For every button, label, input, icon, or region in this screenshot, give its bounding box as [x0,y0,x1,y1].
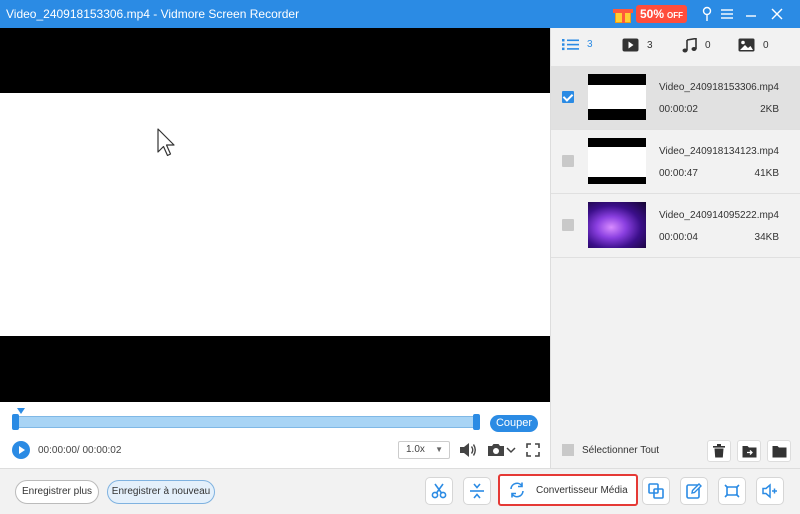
video-frame [0,93,550,336]
tab-all-count: 3 [587,39,593,50]
playhead-marker[interactable] [17,408,25,414]
window-title: Video_240918153306.mp4 - Vidmore Screen … [6,7,300,21]
tab-video[interactable]: 3 [622,38,653,52]
promo-badge[interactable]: 50% OFF [612,4,688,24]
video-thumbnail [588,202,646,248]
compress-button[interactable] [718,477,746,505]
select-all-checkbox[interactable] [562,444,574,456]
gift-icon [612,4,634,24]
menu-icon[interactable] [716,4,738,24]
music-icon [682,38,697,53]
trim-button[interactable] [425,477,453,505]
fullscreen-icon[interactable] [524,441,542,459]
folder-export-icon [742,445,756,457]
edit-icon [686,483,702,499]
list-item[interactable]: Video_240918134123.mp4 00:00:47 41KB [551,130,800,194]
minimize-icon[interactable] [740,4,762,24]
tab-audio-count: 0 [705,40,711,51]
list-item[interactable]: Video_240918153306.mp4 00:00:02 2KB [551,66,800,130]
delete-button[interactable] [707,440,731,462]
file-name: Video_240918134123.mp4 [659,146,779,157]
help-icon[interactable] [696,4,718,24]
promo-suffix: OFF [667,11,684,20]
file-name: Video_240918153306.mp4 [659,82,779,93]
file-duration: 00:00:47 [659,168,698,179]
edit-metadata-button[interactable] [680,477,708,505]
camera-icon[interactable] [486,442,506,458]
file-size: 34KB [754,232,779,243]
tab-all[interactable]: 3 [562,38,593,51]
compress-icon [724,484,740,498]
video-icon [622,38,639,52]
volume-icon[interactable] [458,441,478,459]
merge-icon [648,483,664,499]
trim-end-handle[interactable] [473,414,480,430]
record-again-button[interactable]: Enregistrer à nouveau [107,480,215,504]
scissors-icon [431,483,447,499]
list-item[interactable]: Video_240914095222.mp4 00:00:04 34KB [551,194,800,258]
speed-value: 1.0x [406,444,425,455]
trash-icon [713,444,725,458]
file-size: 2KB [760,104,779,115]
open-folder-button[interactable] [767,440,791,462]
video-preview[interactable] [0,28,550,402]
tab-image[interactable]: 0 [738,38,769,52]
speed-select[interactable]: 1.0x ▼ [398,441,450,459]
video-thumbnail [588,74,646,120]
media-converter-label: Convertisseur Média [536,484,628,496]
export-folder-button[interactable] [737,440,761,462]
merge-button[interactable] [642,477,670,505]
item-checkbox[interactable] [562,155,574,167]
select-all-label: Sélectionner Tout [582,444,660,456]
volume-boost-button[interactable] [756,477,784,505]
file-name: Video_240914095222.mp4 [659,210,779,221]
trim-start-handle[interactable] [12,414,19,430]
recording-list: Video_240918153306.mp4 00:00:02 2KB Vide… [551,66,800,258]
media-filter-tabs: 3 3 0 0 [551,28,800,64]
tab-image-count: 0 [763,39,769,51]
video-thumbnail [588,138,646,184]
close-icon[interactable] [766,4,788,24]
chevron-down-icon[interactable] [506,443,516,457]
list-icon [562,39,579,51]
timeline-track[interactable] [12,416,480,428]
folder-icon [772,445,786,457]
timeline[interactable] [12,408,480,430]
title-bar: Video_240918153306.mp4 - Vidmore Screen … [0,0,800,28]
split-icon [470,483,484,499]
recording-history-panel: 3 3 0 0 Video_240918153306.mp4 00:00:02 … [550,28,800,468]
file-duration: 00:00:04 [659,232,698,243]
mouse-cursor-icon [157,128,175,157]
convert-icon [510,482,524,498]
tab-audio[interactable]: 0 [682,38,711,53]
playback-time: 00:00:00/ 00:00:02 [38,445,122,456]
play-button[interactable] [12,441,30,459]
file-size: 41KB [754,168,779,179]
media-converter-button[interactable]: Convertisseur Média [498,474,638,506]
select-all[interactable]: Sélectionner Tout [562,444,659,456]
split-button[interactable] [463,477,491,505]
tab-video-count: 3 [647,39,653,51]
item-checkbox[interactable] [562,219,574,231]
cut-button[interactable]: Couper [490,415,538,432]
chevron-down-icon: ▼ [435,445,443,454]
image-icon [738,38,755,52]
item-checkbox[interactable] [562,91,574,103]
file-duration: 00:00:02 [659,104,698,115]
record-more-button[interactable]: Enregistrer plus [15,480,99,504]
volume-plus-icon [762,483,777,499]
promo-percent: 50% [640,7,665,21]
